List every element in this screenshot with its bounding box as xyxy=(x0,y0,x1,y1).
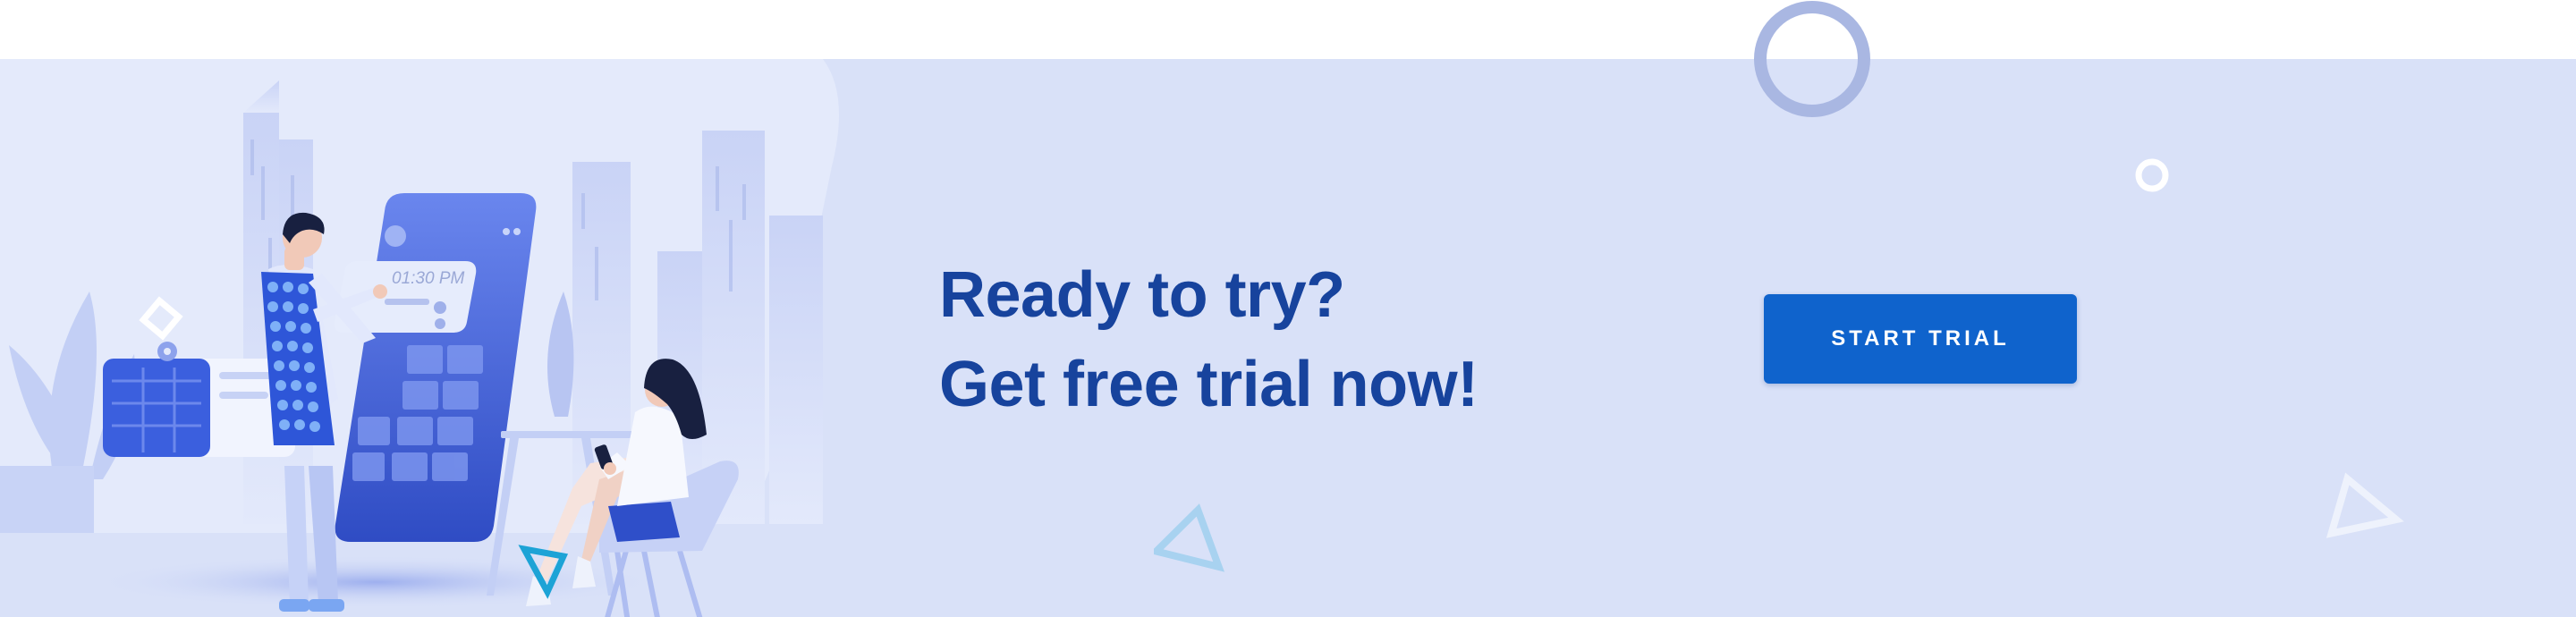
map-card xyxy=(103,342,295,457)
small-ring-decoration xyxy=(2135,158,2169,192)
phone-time-label: 01:30 PM xyxy=(392,269,464,288)
ring-decoration xyxy=(1754,1,1870,117)
start-trial-button[interactable]: START TRIAL xyxy=(1764,294,2077,384)
hero-illustration: 01:30 PM xyxy=(0,59,839,617)
headline-line-2: Get free trial now! xyxy=(939,349,1479,420)
headline-line-1: Ready to try? xyxy=(939,259,1345,331)
banner-headline: Ready to try? Get free trial now! xyxy=(939,250,1479,429)
triangle-decoration xyxy=(1154,503,1224,572)
triangle-decoration-right xyxy=(2326,472,2404,538)
